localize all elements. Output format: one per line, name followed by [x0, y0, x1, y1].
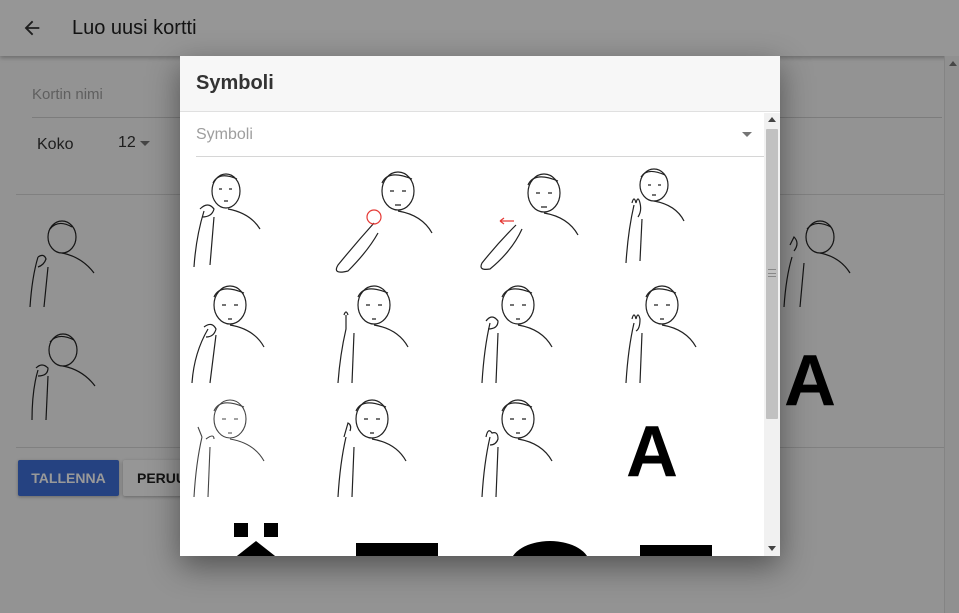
sign-image	[335, 171, 433, 273]
symbol-option[interactable]	[476, 279, 620, 393]
symbol-select[interactable]: Symboli	[196, 113, 764, 157]
sign-image	[337, 285, 409, 384]
sign-image	[193, 173, 261, 268]
sign-image	[625, 168, 685, 264]
symbol-option[interactable]	[188, 165, 332, 279]
grip-icon	[768, 269, 776, 277]
sign-image	[480, 173, 579, 270]
symbol-option[interactable]	[620, 165, 764, 279]
sign-image	[337, 399, 407, 498]
dialog-header: Symboli	[180, 56, 780, 112]
symbol-glyphs-partial[interactable]	[220, 523, 760, 556]
symbol-option[interactable]	[188, 393, 332, 507]
scroll-down-icon[interactable]	[768, 546, 776, 551]
scroll-up-icon[interactable]	[768, 117, 776, 122]
sign-image	[481, 399, 553, 498]
sign-image	[193, 399, 265, 498]
sign-image	[191, 285, 265, 384]
symbol-select-placeholder: Symboli	[196, 125, 253, 143]
symbol-option[interactable]	[476, 165, 620, 279]
symbol-option[interactable]	[620, 279, 764, 393]
dialog-title: Symboli	[196, 72, 274, 94]
symbol-dialog: Symboli Symboli A	[180, 56, 780, 556]
chevron-down-icon	[742, 132, 752, 137]
symbol-option[interactable]	[188, 279, 332, 393]
sign-image	[481, 285, 553, 384]
symbol-option[interactable]	[332, 393, 476, 507]
dialog-scrollbar[interactable]	[764, 113, 780, 556]
symbol-option[interactable]	[332, 279, 476, 393]
symbol-option[interactable]	[332, 165, 476, 279]
symbol-option[interactable]	[476, 393, 620, 507]
symbol-option-letter[interactable]: A	[626, 411, 678, 493]
sign-image	[625, 285, 697, 384]
dialog-body: Symboli A	[180, 113, 764, 556]
